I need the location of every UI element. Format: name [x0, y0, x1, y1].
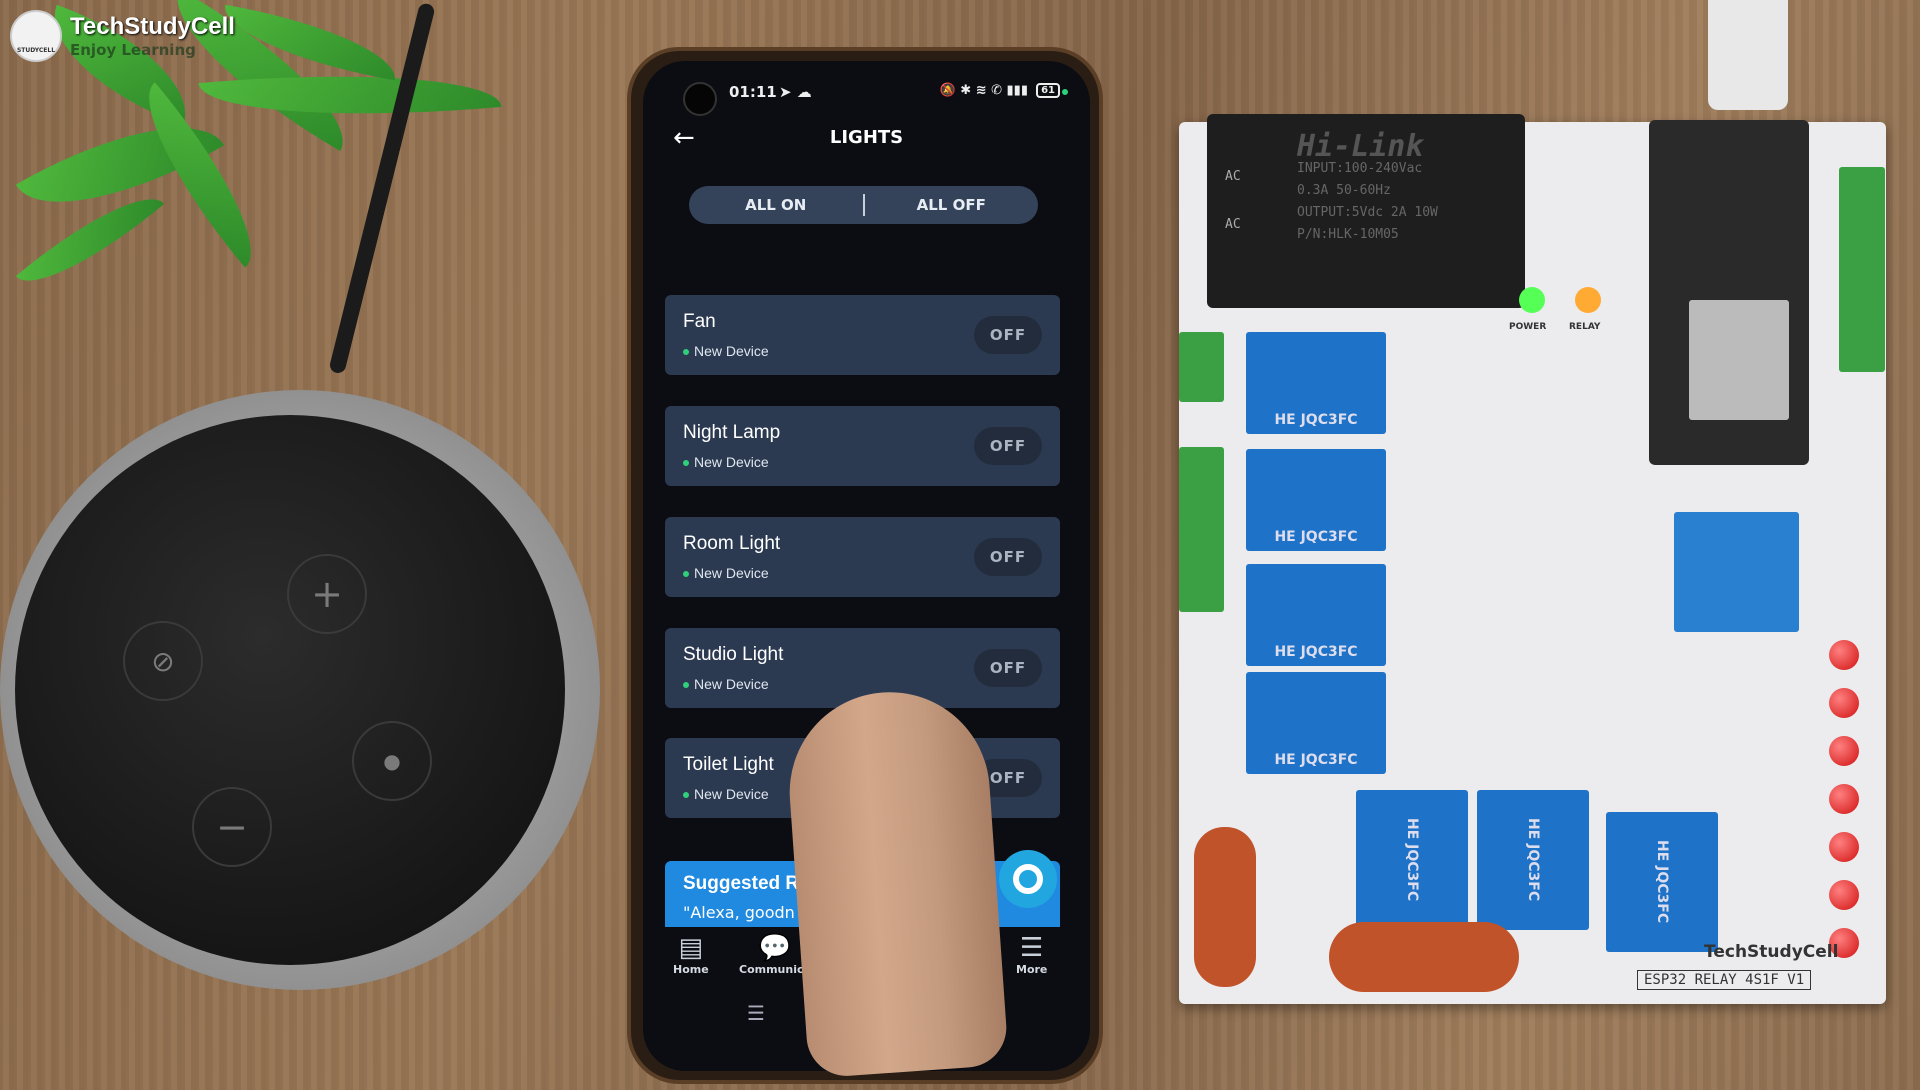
power-toggle-button[interactable]: OFF	[974, 538, 1042, 576]
device-status: New Device	[683, 565, 769, 581]
relay-2: HE JQC3FC	[1246, 449, 1386, 551]
privacy-dot	[1062, 89, 1068, 95]
relay-4: HE JQC3FC	[1246, 672, 1386, 774]
banner-quote: "Alexa, goodn	[683, 903, 795, 922]
esp32-module	[1649, 120, 1809, 465]
logo-badge: STUDYCELL	[10, 10, 62, 62]
watermark-title: TechStudyCell	[70, 13, 235, 40]
red-led	[1829, 640, 1859, 670]
device-name: Studio Light	[683, 644, 784, 665]
online-dot	[683, 682, 689, 689]
relay-led	[1575, 287, 1601, 313]
relay-1: HE JQC3FC	[1246, 332, 1386, 434]
finger	[782, 685, 1010, 1079]
watermark-logo: STUDYCELL TechStudyCell Enjoy Learning	[10, 10, 235, 62]
terminal-block	[1839, 167, 1885, 372]
online-dot	[683, 571, 689, 578]
red-led	[1829, 688, 1859, 718]
page-title: LIGHTS	[829, 127, 904, 148]
device-card-night-lamp[interactable]: Night Lamp New Device OFF	[665, 406, 1060, 486]
banner-title: Suggested Ro	[683, 873, 811, 894]
battery-indicator: 61	[1036, 83, 1060, 98]
device-status: New Device	[683, 343, 769, 359]
online-dot	[683, 460, 689, 467]
telegram-icon: ➤ ☁	[779, 83, 812, 101]
relay-5: HE JQC3FC	[1356, 790, 1468, 930]
relay-7: HE JQC3FC	[1606, 812, 1718, 952]
all-toggle-group: ALL ON ALL OFF	[689, 186, 1038, 224]
status-icons: 🔕 ✱ ≋ ✆ ▮▮▮	[939, 83, 1028, 98]
red-led	[1829, 736, 1859, 766]
nav-home[interactable]: ▤ Home	[673, 933, 709, 976]
status-bar: 01:11 ➤ ☁ 🔕 ✱ ≋ ✆ ▮▮▮ 61	[643, 83, 1090, 107]
echo-dot-top: + ⊘ ● −	[15, 415, 565, 965]
watermark-subtitle: Enjoy Learning	[70, 41, 196, 59]
usb-cable	[1708, 0, 1788, 110]
alexa-ring-icon	[1013, 864, 1043, 894]
device-name: Night Lamp	[683, 422, 781, 443]
online-dot	[683, 792, 689, 799]
esp32-relay-board: Hi-Link INPUT:100-240Vac 0.3A 50-60Hz OU…	[1179, 114, 1886, 1004]
device-card-room-light[interactable]: Room Light New Device OFF	[665, 517, 1060, 597]
status-time: 01:11	[729, 83, 777, 101]
device-status: New Device	[683, 454, 769, 470]
red-led	[1829, 880, 1859, 910]
capacitor	[1329, 922, 1519, 992]
all-on-button[interactable]: ALL ON	[689, 196, 863, 214]
online-dot	[683, 349, 689, 356]
system-menu-icon[interactable]: ☰	[747, 1001, 765, 1025]
power-toggle-button[interactable]: OFF	[974, 316, 1042, 354]
red-led	[1829, 832, 1859, 862]
menu-icon: ☰	[1020, 933, 1044, 963]
volume-down-icon: −	[192, 787, 272, 867]
device-name: Room Light	[683, 533, 781, 554]
rf-receiver-module	[1674, 512, 1799, 632]
device-name: Fan	[683, 311, 716, 332]
power-led	[1519, 287, 1545, 313]
esp32-shield	[1689, 300, 1789, 420]
hilink-power-module: Hi-Link INPUT:100-240Vac 0.3A 50-60Hz OU…	[1207, 114, 1525, 308]
board-model: ESP32 RELAY 4S1F V1	[1637, 970, 1812, 990]
volume-up-icon: +	[287, 554, 367, 634]
device-card-fan[interactable]: Fan New Device OFF	[665, 295, 1060, 375]
device-status: New Device	[683, 676, 769, 692]
power-toggle-button[interactable]: OFF	[974, 427, 1042, 465]
board-brand: TechStudyCell	[1704, 942, 1839, 962]
terminal-block	[1179, 447, 1224, 612]
relay-6: HE JQC3FC	[1477, 790, 1589, 930]
capacitor	[1194, 827, 1256, 987]
action-button-icon: ●	[352, 721, 432, 801]
terminal-block	[1179, 332, 1224, 402]
home-icon: ▤	[678, 933, 704, 963]
power-toggle-button[interactable]: OFF	[974, 649, 1042, 687]
device-status: New Device	[683, 786, 769, 802]
relay-3: HE JQC3FC	[1246, 564, 1386, 666]
mic-off-icon: ⊘	[123, 621, 203, 701]
alexa-button[interactable]	[999, 850, 1057, 908]
all-off-button[interactable]: ALL OFF	[865, 196, 1039, 214]
red-led	[1829, 784, 1859, 814]
device-name: Toilet Light	[683, 754, 774, 775]
nav-more[interactable]: ☰ More	[1016, 933, 1047, 976]
